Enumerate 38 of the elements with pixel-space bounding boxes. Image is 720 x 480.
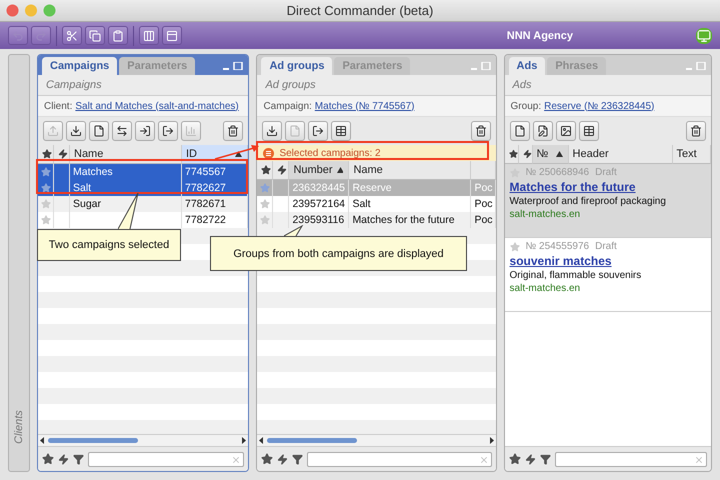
ad-card[interactable]: № 250668946 Draft Matches for the future Waterproof and fireproof packaging salt-matches.en — [504, 164, 712, 238]
ad-title-link[interactable]: Matches for the future — [510, 180, 706, 194]
table-cell[interactable]: 7745567 — [182, 164, 248, 180]
column-header[interactable]: Name — [349, 161, 472, 180]
filter-link[interactable]: Reserve (№ 236328445) — [544, 100, 654, 112]
ad-status: Draft — [595, 167, 617, 178]
filter-label: Group: — [510, 100, 542, 112]
column-header[interactable]: Text — [672, 145, 712, 164]
ad-title-link[interactable]: souvenir matches — [510, 254, 706, 268]
column-header[interactable]: Header — [568, 145, 673, 164]
ad-text: Waterproof and fireproof packaging — [510, 196, 667, 207]
ad-text: Original, flammable souvenirs — [510, 270, 642, 281]
tab[interactable]: Ads — [508, 57, 546, 75]
table-cell[interactable]: Sugar — [70, 196, 182, 212]
ad-url: salt-matches.en — [510, 283, 582, 294]
table-cell[interactable]: Matches for the future — [349, 212, 472, 228]
column-header[interactable]: № — [532, 145, 569, 164]
ad-url: salt-matches.en — [510, 209, 582, 220]
panel-subtitle: Campaigns — [46, 79, 102, 91]
ad-status: Draft — [595, 241, 617, 252]
ad-number: № 250668946 — [526, 167, 590, 178]
window-title: Direct Commander (beta) — [286, 3, 434, 18]
column-header[interactable]: Number — [289, 161, 350, 180]
tab[interactable]: Ad groups — [261, 57, 332, 75]
table-cell[interactable]: 239593116 — [289, 212, 350, 228]
account-name: NNN Agency — [506, 30, 573, 42]
notice-text: Selected campaigns: 2 — [279, 148, 381, 158]
tab[interactable]: Campaigns — [42, 57, 118, 75]
table-cell[interactable]: Poc — [471, 212, 496, 228]
filter-link[interactable]: Matches (№ 7745567) — [314, 100, 414, 112]
filter-label: Client: — [44, 100, 72, 112]
panel-subtitle: Ads — [512, 79, 532, 91]
ad-number: № 254555976 — [526, 241, 590, 252]
filter-link[interactable]: Salt and Matches (salt-and-matches) — [75, 100, 239, 112]
table-cell[interactable]: Matches — [70, 164, 182, 180]
filter-label: Campaign: — [263, 100, 312, 112]
panel-subtitle: Ad groups — [265, 79, 316, 91]
table-cell[interactable]: 7782671 — [182, 196, 248, 212]
